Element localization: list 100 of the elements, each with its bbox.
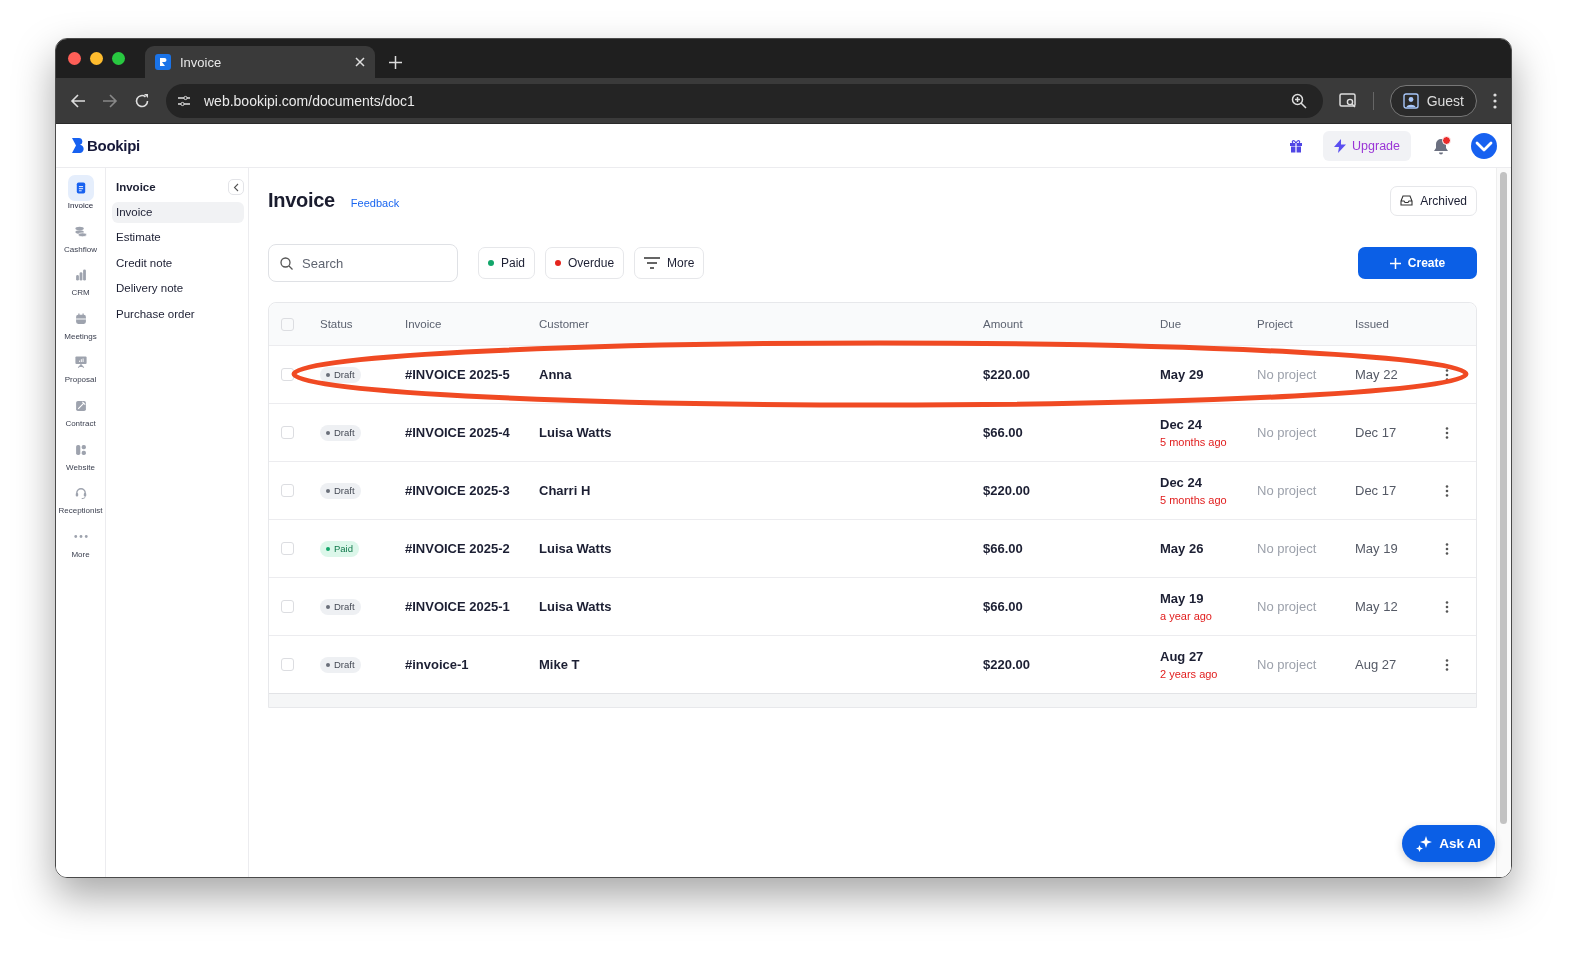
rail-item[interactable]: CRM bbox=[56, 262, 105, 306]
sidebar-item[interactable]: Purchase order bbox=[112, 303, 244, 325]
table-cell-text: #INVOICE 2025-2 bbox=[405, 541, 511, 556]
logo-text: Bookipi bbox=[87, 137, 140, 154]
table-cell-text: No project bbox=[1257, 657, 1318, 672]
table-cell-text: May 19 bbox=[1355, 541, 1399, 556]
table-cell-text: Anna bbox=[539, 367, 573, 382]
page-title: Invoice bbox=[268, 189, 335, 212]
status-badge: Draft bbox=[320, 424, 361, 441]
checkbox[interactable] bbox=[281, 317, 294, 331]
presentation-icon bbox=[73, 355, 88, 370]
column-header: Due bbox=[1160, 318, 1183, 330]
kebab-icon[interactable] bbox=[1493, 92, 1497, 109]
table-cell-text: Aug 27 bbox=[1160, 649, 1205, 664]
table-cell-text: No project bbox=[1257, 425, 1318, 440]
kebab-icon[interactable] bbox=[1445, 600, 1449, 613]
table-cell-text: Aug 27 bbox=[1355, 657, 1398, 672]
table-cell-text: Dec 17 bbox=[1355, 425, 1398, 440]
close-window-button[interactable] bbox=[68, 52, 81, 65]
filter-button[interactable]: More bbox=[634, 247, 705, 279]
avatar[interactable] bbox=[1471, 132, 1497, 159]
profile-button[interactable]: Guest bbox=[1389, 84, 1477, 117]
kebab-icon[interactable] bbox=[1445, 542, 1449, 555]
inbox-icon bbox=[1400, 195, 1414, 206]
status-badge: Draft bbox=[320, 366, 361, 383]
table-cell-text: Luisa Watts bbox=[539, 541, 613, 556]
sidebar-item[interactable]: Credit note bbox=[112, 252, 244, 274]
kebab-icon[interactable] bbox=[1445, 426, 1449, 439]
checkbox[interactable] bbox=[281, 600, 294, 613]
sidebar-item[interactable]: Delivery note bbox=[112, 278, 244, 300]
layout-icon bbox=[73, 442, 88, 457]
collapse-button[interactable] bbox=[228, 179, 244, 195]
logo-icon bbox=[72, 138, 84, 153]
close-icon[interactable] bbox=[355, 57, 365, 67]
browser-tab[interactable]: Invoice bbox=[145, 46, 375, 78]
address-bar[interactable]: web.bookipi.com/documents/doc1 bbox=[166, 83, 1323, 118]
rail-item[interactable]: Receptionist bbox=[56, 480, 105, 524]
sparkle-icon bbox=[1416, 835, 1433, 852]
checkbox[interactable] bbox=[281, 368, 294, 381]
tab-search-icon[interactable] bbox=[1338, 92, 1357, 109]
bar-chart-icon bbox=[73, 268, 88, 283]
new-tab-icon[interactable] bbox=[389, 56, 402, 69]
table-cell-text: No project bbox=[1257, 483, 1318, 498]
feedback-link[interactable]: Feedback bbox=[350, 196, 400, 209]
checkbox[interactable] bbox=[281, 484, 294, 497]
checkbox[interactable] bbox=[281, 658, 294, 671]
table-cell-text: Dec 24 bbox=[1160, 417, 1203, 432]
chevron-left-icon bbox=[233, 182, 239, 192]
rail-item[interactable]: Website bbox=[56, 436, 105, 481]
reload-icon[interactable] bbox=[134, 92, 150, 109]
ask-ai-button[interactable]: Ask AI bbox=[1402, 825, 1495, 862]
status-badge: Draft bbox=[320, 598, 361, 615]
rail-item[interactable]: More bbox=[56, 523, 105, 568]
kebab-icon[interactable] bbox=[1445, 484, 1449, 497]
upgrade-button[interactable]: Upgrade bbox=[1323, 130, 1411, 161]
favicon-icon bbox=[155, 54, 171, 70]
back-icon[interactable] bbox=[70, 92, 86, 109]
scrollbar-thumb[interactable] bbox=[1500, 172, 1507, 824]
table-cell-text: #INVOICE 2025-1 bbox=[405, 599, 511, 614]
maximize-window-button[interactable] bbox=[112, 52, 125, 65]
kebab-icon[interactable] bbox=[1445, 368, 1449, 381]
table-cell-text: May 22 bbox=[1355, 367, 1399, 382]
table-cell-text: Charri H bbox=[539, 483, 592, 498]
filter-chip[interactable]: Paid bbox=[478, 247, 536, 279]
forward-icon[interactable] bbox=[102, 92, 118, 109]
rail-item[interactable]: Contract bbox=[56, 392, 105, 437]
checkbox[interactable] bbox=[281, 542, 294, 555]
checkbox[interactable] bbox=[281, 426, 294, 439]
filter-chip[interactable]: Overdue bbox=[545, 247, 625, 279]
sidebar-item[interactable]: Estimate bbox=[112, 227, 244, 249]
table-cell-text: #INVOICE 2025-3 bbox=[405, 483, 511, 498]
create-button[interactable]: Create bbox=[1358, 247, 1477, 279]
coins-icon bbox=[73, 224, 88, 239]
column-header: Project bbox=[1257, 318, 1294, 330]
horizontal-scrollbar[interactable] bbox=[269, 693, 1476, 707]
table-cell-text: Luisa Watts bbox=[539, 599, 613, 614]
search-field[interactable]: Search bbox=[268, 244, 458, 282]
archived-button[interactable]: Archived bbox=[1390, 185, 1477, 216]
minimize-window-button[interactable] bbox=[90, 52, 103, 65]
table-cell-text: #INVOICE 2025-4 bbox=[405, 425, 511, 440]
table-cell-text: #invoice-1 bbox=[405, 657, 470, 672]
table-cell-text: $66.00 bbox=[983, 425, 1024, 440]
table-cell-text: #INVOICE 2025-5 bbox=[405, 367, 511, 382]
rail-item[interactable]: Proposal bbox=[56, 349, 105, 393]
table-cell-text: May 29 bbox=[1160, 367, 1205, 382]
table-cell-text: Mike T bbox=[539, 657, 581, 672]
zoom-icon[interactable] bbox=[1290, 92, 1307, 109]
column-header: Issued bbox=[1355, 318, 1390, 330]
bell-icon[interactable] bbox=[1431, 135, 1451, 156]
gift-icon[interactable] bbox=[1289, 138, 1304, 153]
dots-icon bbox=[73, 535, 88, 539]
rail-item[interactable]: Invoice bbox=[56, 175, 105, 219]
pen-icon bbox=[73, 398, 88, 413]
sidebar-item[interactable]: Invoice bbox=[112, 202, 244, 223]
table-cell-text: $220.00 bbox=[983, 367, 1031, 382]
rail-item[interactable]: Cashflow bbox=[56, 218, 105, 263]
rail-item[interactable]: Meetings bbox=[56, 305, 105, 350]
overdue-text: 5 months ago bbox=[1160, 436, 1228, 448]
kebab-icon[interactable] bbox=[1445, 658, 1449, 671]
headset-icon bbox=[73, 486, 88, 501]
